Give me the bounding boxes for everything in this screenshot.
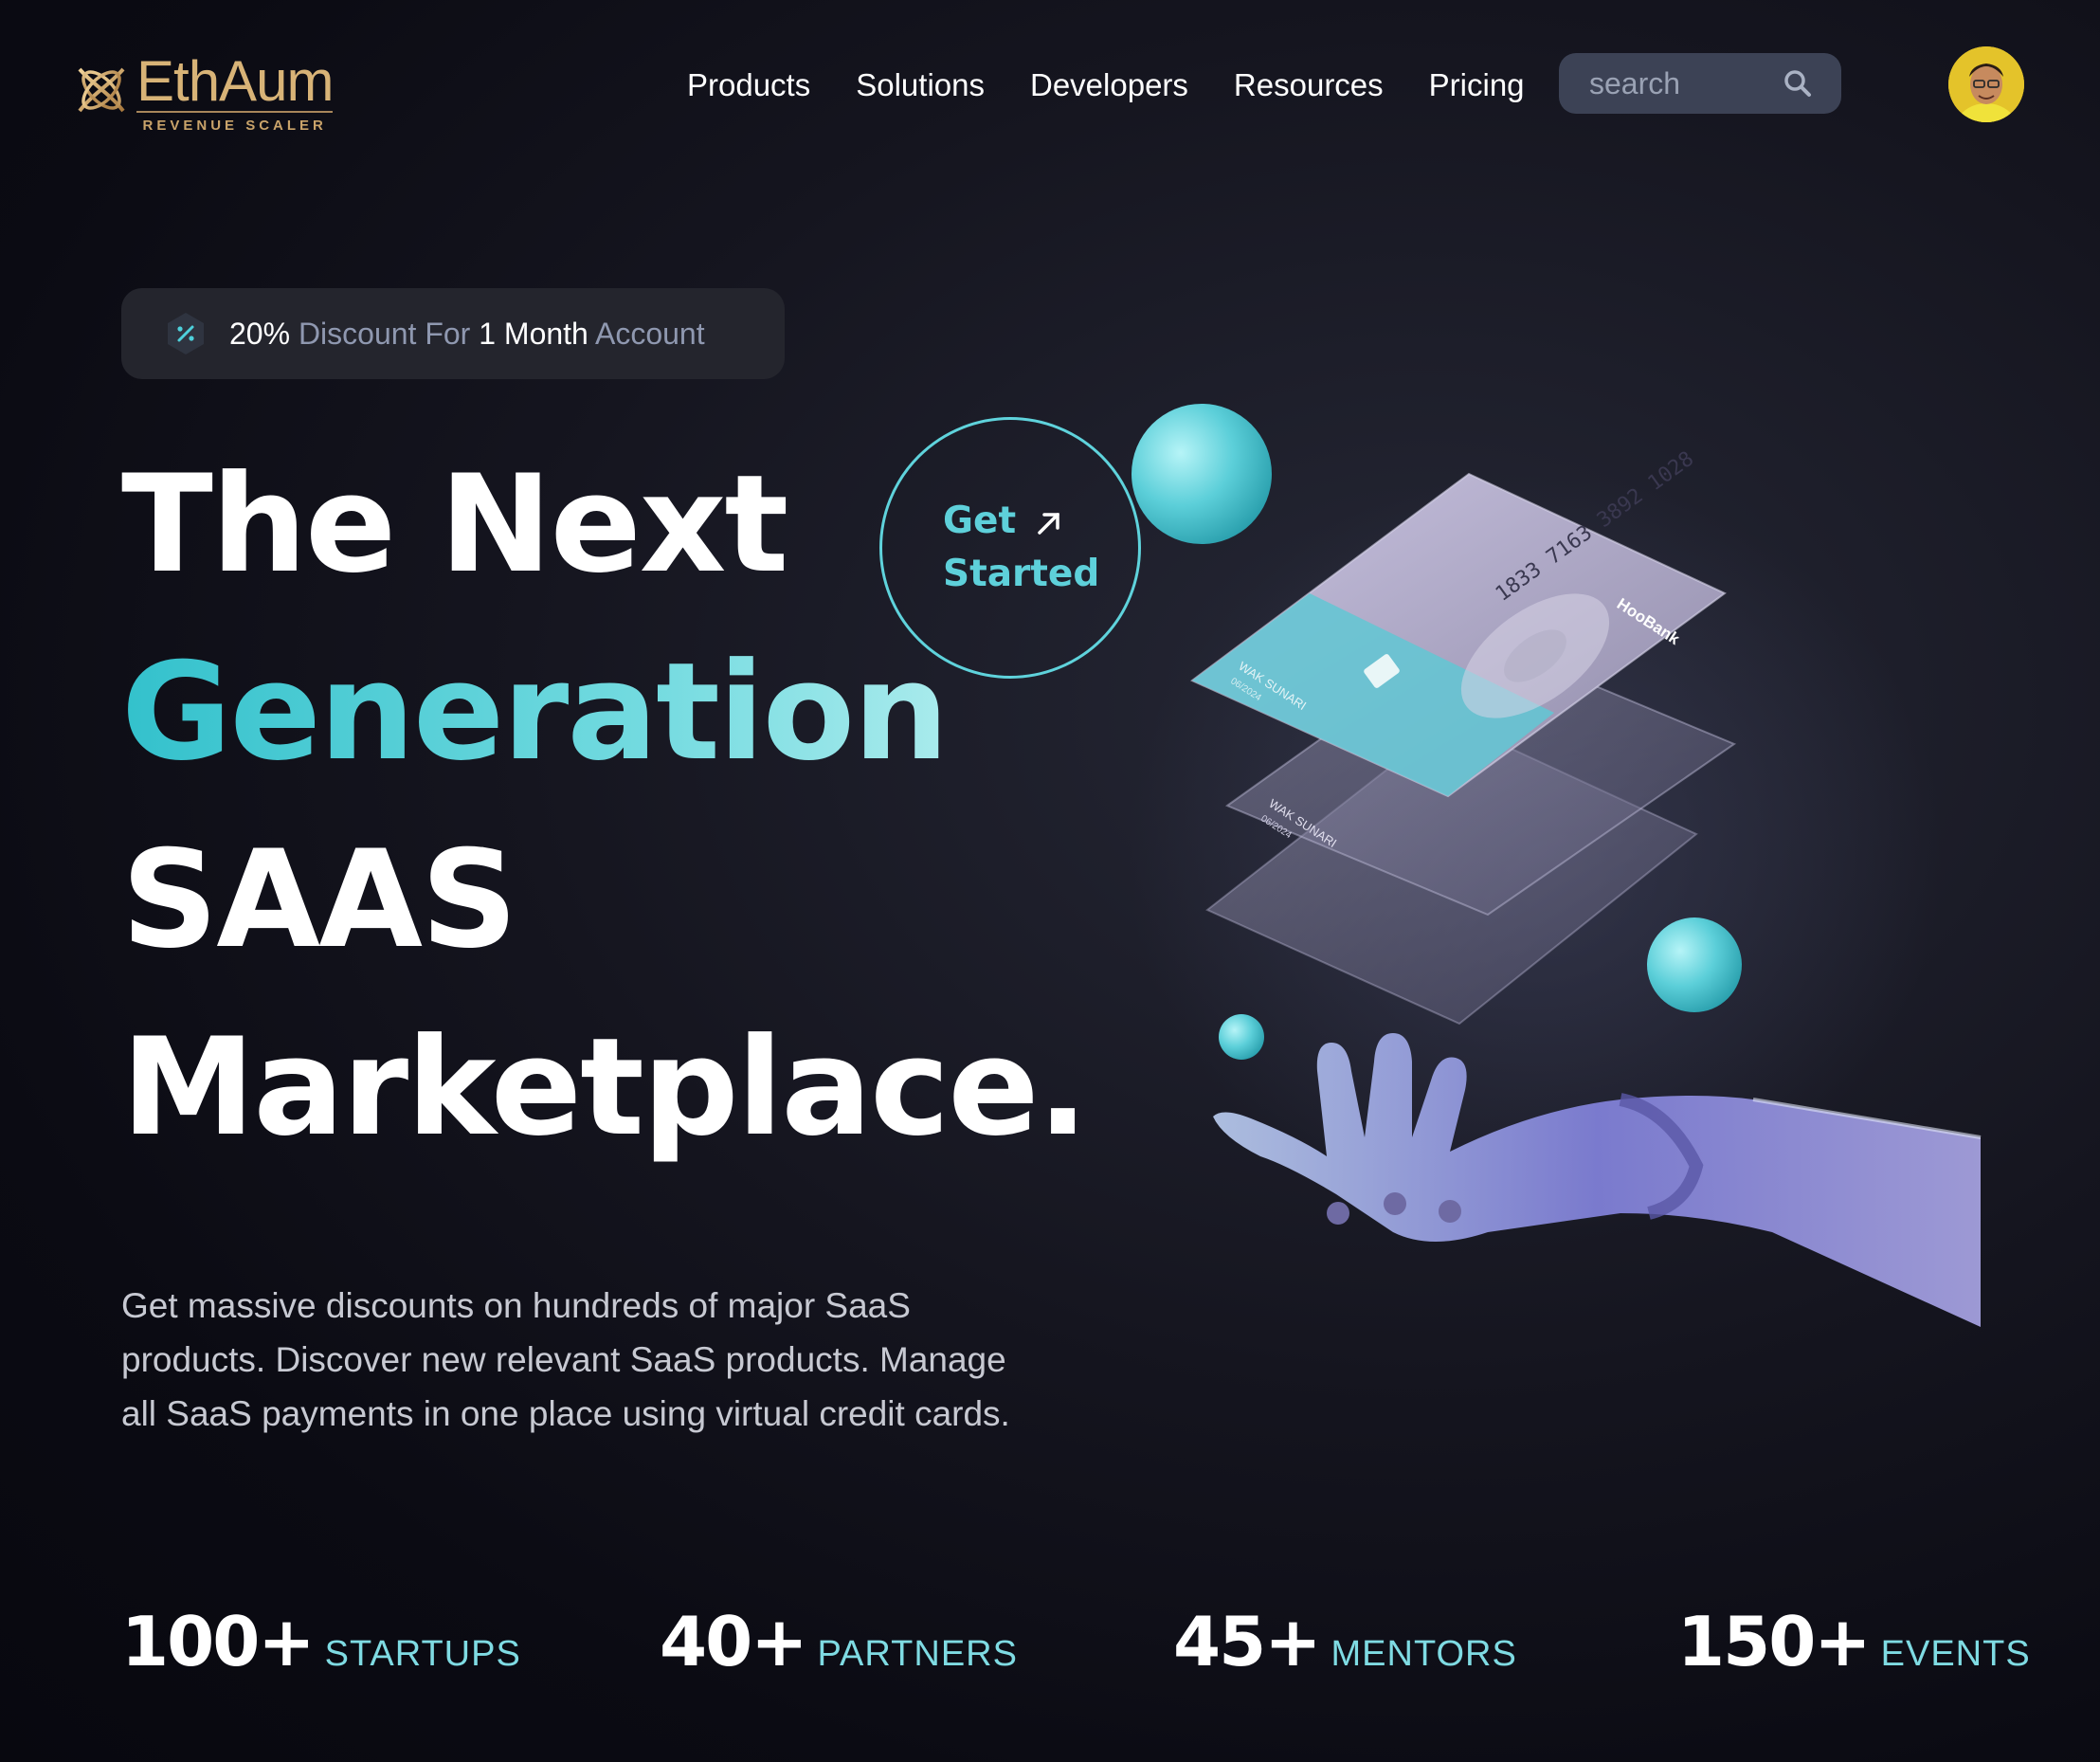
stat-partners: 40+ PARTNERS — [660, 1602, 1018, 1681]
brand-logo[interactable]: EthAum REVENUE SCALER — [74, 49, 334, 134]
infinity-logo-icon — [78, 67, 125, 113]
stat-mentors: 45+ MENTORS — [1173, 1602, 1517, 1681]
nav-resources[interactable]: Resources — [1234, 64, 1384, 106]
get-started-label: Get Started — [943, 495, 1104, 601]
stat-label: MENTORS — [1331, 1634, 1517, 1674]
hero-description: Get massive discounts on hundreds of maj… — [121, 1286, 1010, 1433]
discount-account-word: Account — [594, 316, 705, 351]
headline-line-4: Marketplace. — [121, 1009, 1089, 1166]
stat-value: 40+ — [660, 1602, 808, 1681]
discount-for-text: Discount For — [298, 316, 471, 351]
stat-value: 100+ — [121, 1602, 316, 1681]
nav-pricing[interactable]: Pricing — [1429, 64, 1525, 106]
hero-illustration: WAK SUNARI 06/2024 1833 7163 3892 1028 H… — [1128, 404, 1982, 1327]
user-avatar[interactable] — [1948, 46, 2024, 122]
discount-months: 1 — [479, 316, 497, 351]
discount-text: 20% Discount For 1 Month Account — [229, 317, 705, 352]
nav-developers[interactable]: Developers — [1030, 64, 1188, 106]
discount-month-word: Month — [503, 316, 588, 351]
cta-line-2: Started — [943, 553, 1100, 595]
cta-line-1: Get — [943, 500, 1017, 542]
discount-badge[interactable]: 20% Discount For 1 Month Account — [121, 288, 785, 379]
stat-label: PARTNERS — [817, 1634, 1018, 1674]
sphere-medium — [1647, 917, 1742, 1012]
brand-tagline: REVENUE SCALER — [142, 118, 327, 134]
search-input[interactable] — [1587, 64, 1781, 102]
nav-products[interactable]: Products — [687, 64, 810, 106]
search-icon[interactable] — [1783, 68, 1813, 99]
stat-startups: 100+ STARTUPS — [121, 1602, 521, 1681]
stat-value: 45+ — [1173, 1602, 1322, 1681]
discount-percent: 20% — [229, 316, 291, 351]
stat-label: STARTUPS — [324, 1634, 521, 1674]
arrow-up-right-icon — [1037, 512, 1059, 535]
brand-name: EthAum — [136, 49, 334, 113]
sphere-small — [1219, 1014, 1264, 1060]
headline-line-3: SAAS — [121, 822, 517, 978]
stat-label: EVENTS — [1880, 1634, 2031, 1674]
avatar-image — [1948, 46, 2024, 122]
discount-icon — [168, 313, 204, 354]
sphere-large — [1131, 404, 1272, 544]
stats-row: 100+ STARTUPS 40+ PARTNERS 45+ MENTORS 1… — [121, 1602, 2030, 1687]
nav-solutions[interactable]: Solutions — [856, 64, 985, 106]
stat-events: 150+ EVENTS — [1677, 1602, 2031, 1681]
main-nav: Products Solutions Developers Resources … — [687, 64, 1570, 106]
search-box — [1559, 53, 1841, 114]
stat-value: 150+ — [1677, 1602, 1872, 1681]
